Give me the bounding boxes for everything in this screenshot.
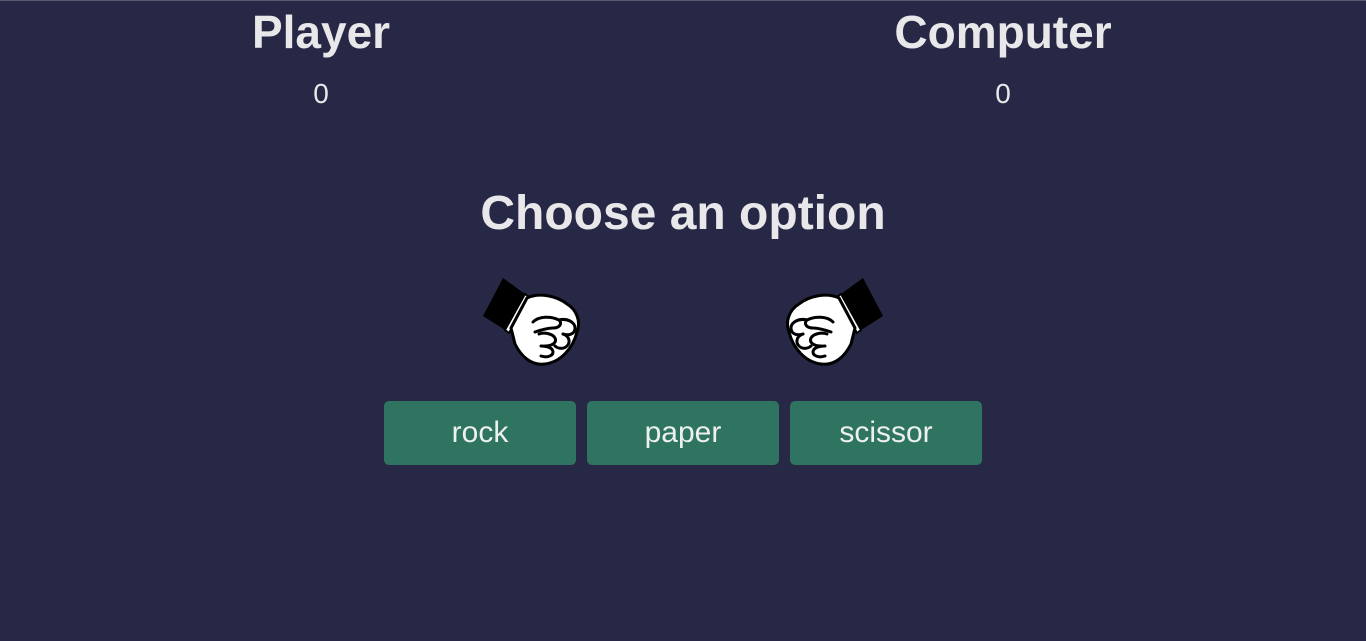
rock-button[interactable]: rock (384, 401, 576, 465)
choice-buttons: rock paper scissor (384, 401, 982, 465)
choose-option-heading: Choose an option (480, 187, 886, 240)
player-score: 0 (313, 78, 329, 109)
player-label: Player (251, 6, 391, 58)
top-border (0, 0, 1366, 1)
computer-label: Computer (894, 6, 1112, 58)
computer-fist-icon (785, 278, 883, 366)
computer-score-block: Computer 0 (853, 6, 1153, 110)
player-score-block: Player 0 (171, 6, 471, 110)
computer-score: 0 (995, 78, 1011, 109)
player-fist-icon (483, 278, 581, 366)
scissor-button[interactable]: scissor (790, 401, 982, 465)
paper-button[interactable]: paper (587, 401, 779, 465)
